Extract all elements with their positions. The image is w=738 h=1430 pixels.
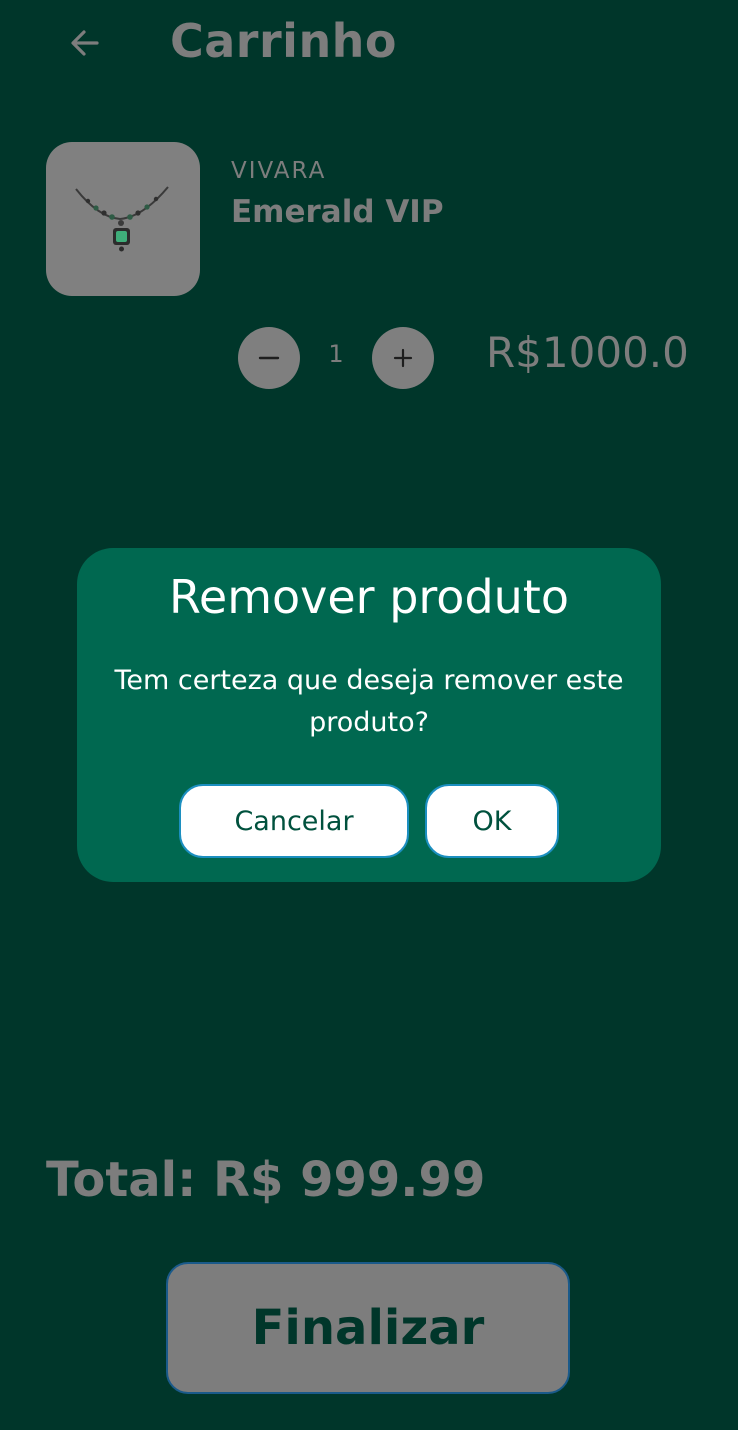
cart-total: Total: R$ 999.99 xyxy=(46,1152,486,1208)
decrease-quantity-button[interactable] xyxy=(238,327,300,389)
product-name: Emerald VIP xyxy=(231,194,444,230)
product-price: R$1000.0 xyxy=(486,328,689,377)
dialog-title: Remover produto xyxy=(169,570,569,624)
plus-icon xyxy=(393,348,413,368)
product-brand: VIVARA xyxy=(231,158,327,184)
ok-button[interactable]: OK xyxy=(425,784,559,858)
cart-screen: Carrinho VIVARA Emerald VIP 1 R$1000.0 T… xyxy=(0,0,738,1430)
finalize-button[interactable]: Finalizar xyxy=(166,1262,570,1394)
page-title: Carrinho xyxy=(170,14,398,68)
emerald-necklace-image xyxy=(75,186,169,252)
quantity-value: 1 xyxy=(328,340,344,368)
cancel-button[interactable]: Cancelar xyxy=(179,784,409,858)
product-image[interactable] xyxy=(46,142,200,296)
arrow-left-icon xyxy=(71,30,99,56)
cart-item: VIVARA Emerald VIP 1 R$1000.0 xyxy=(46,142,706,402)
back-button[interactable] xyxy=(62,20,108,66)
remove-product-dialog: Remover produto Tem certeza que deseja r… xyxy=(77,548,661,882)
dialog-message: Tem certeza que deseja remover este prod… xyxy=(114,665,624,738)
increase-quantity-button[interactable] xyxy=(372,327,434,389)
app-header: Carrinho xyxy=(0,0,738,90)
minus-icon xyxy=(258,356,280,360)
